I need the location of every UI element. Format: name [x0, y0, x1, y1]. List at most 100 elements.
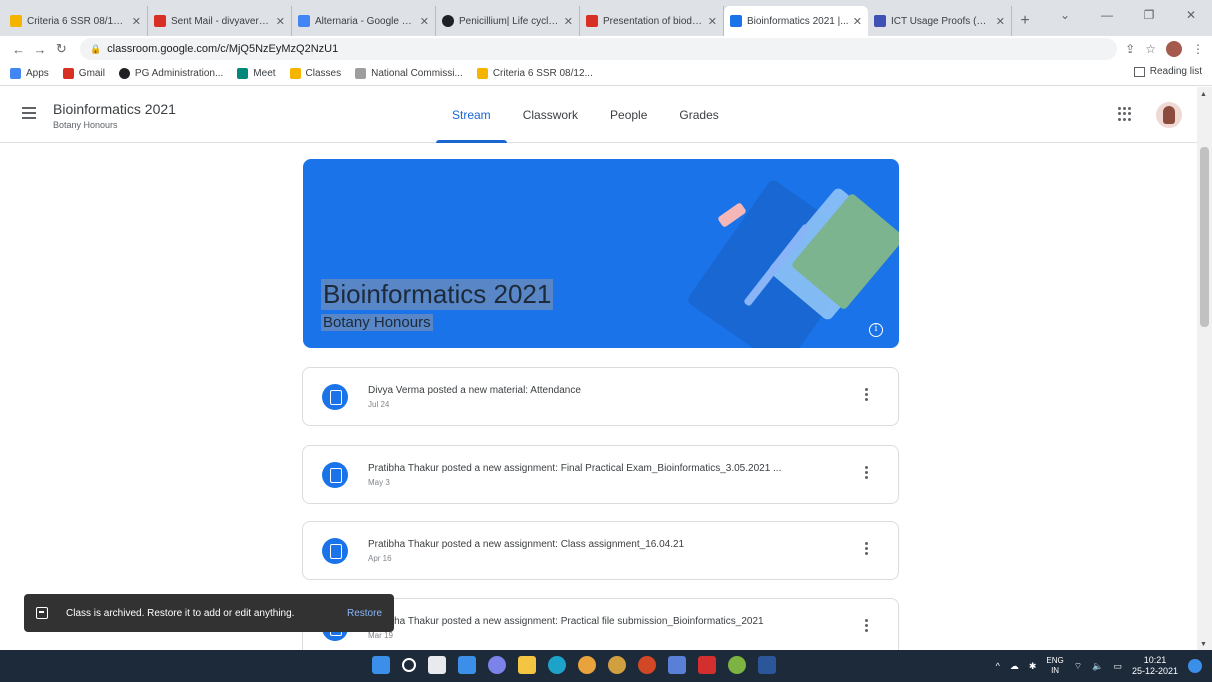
drive-icon	[476, 68, 488, 79]
scrollbar-thumb[interactable]	[1200, 147, 1209, 327]
stream-post[interactable]: Pratibha Thakur posted a new assignment:…	[302, 521, 899, 580]
app-tray-icon[interactable]: ✱	[1029, 661, 1037, 672]
emblem-icon	[355, 68, 367, 79]
classroom-icon	[730, 15, 742, 27]
more-options-icon[interactable]	[865, 388, 869, 403]
bookmark-criteria[interactable]: Criteria 6 SSR 08/12...	[476, 68, 593, 79]
wifi-icon[interactable]: ⌔	[1074, 661, 1082, 672]
stream-post[interactable]: Pratibha Thakur posted a new assignment:…	[302, 445, 899, 504]
tab-people[interactable]: People	[594, 87, 663, 143]
task-view-icon[interactable]	[428, 656, 446, 674]
bookmark-national-commission[interactable]: National Commissi...	[355, 68, 463, 79]
stream-post[interactable]: Divya Verma posted a new material: Atten…	[302, 367, 899, 426]
class-title[interactable]: Bioinformatics 2021	[53, 101, 176, 117]
more-options-icon[interactable]	[865, 466, 869, 481]
tab-grades[interactable]: Grades	[663, 87, 734, 143]
bookmark-pg-administration[interactable]: PG Administration...	[118, 68, 223, 79]
minimize-button[interactable]: —	[1086, 0, 1128, 30]
apps-grid-icon	[10, 68, 21, 79]
cloud-icon[interactable]: ☁	[1010, 661, 1019, 672]
lock-icon[interactable]: 🔒	[90, 44, 101, 55]
edge-icon[interactable]	[548, 656, 566, 674]
app-icon[interactable]	[668, 656, 686, 674]
search-icon[interactable]	[402, 658, 416, 672]
volume-icon[interactable]: 🔈	[1092, 661, 1103, 672]
post-text: Divya Verma posted a new material: Atten…	[368, 385, 581, 396]
widgets-icon[interactable]	[458, 656, 476, 674]
google-apps-icon[interactable]	[1118, 107, 1132, 121]
browser-tab[interactable]: ICT Usage Proofs (Dec... ✕	[868, 6, 1012, 36]
chrome-profile-icon[interactable]	[608, 656, 626, 674]
browser-window: Criteria 6 SSR 08/12/2... ✕ Sent Mail - d…	[0, 0, 1212, 682]
back-button[interactable]: ←	[8, 42, 29, 57]
clock[interactable]: 10:21 25-12-2021	[1132, 655, 1178, 677]
bookmarks-bar: Apps Gmail PG Administration... Meet Cla…	[0, 62, 1212, 86]
browser-tab[interactable]: Sent Mail - divyaverm... ✕	[148, 6, 292, 36]
info-icon[interactable]: i	[869, 323, 883, 337]
class-section: Botany Honours	[53, 120, 118, 130]
scroll-up-arrow-icon[interactable]: ▲	[1200, 91, 1207, 98]
file-explorer-icon[interactable]	[518, 656, 536, 674]
scroll-down-arrow-icon[interactable]: ▼	[1200, 641, 1207, 648]
menu-kebab-icon[interactable]: ⋮	[1192, 42, 1204, 56]
notification-icon[interactable]	[1188, 659, 1202, 673]
close-tab-icon[interactable]: ✕	[996, 15, 1005, 28]
bookmark-meet[interactable]: Meet	[237, 68, 276, 79]
hamburger-menu-icon[interactable]	[22, 107, 36, 122]
forward-button[interactable]: →	[29, 42, 50, 57]
bookmark-classes[interactable]: Classes	[289, 68, 341, 79]
close-window-button[interactable]: ✕	[1170, 0, 1212, 30]
post-date: Apr 16	[368, 554, 392, 563]
bookmark-apps[interactable]: Apps	[10, 68, 49, 79]
more-options-icon[interactable]	[865, 542, 869, 557]
tab-classwork[interactable]: Classwork	[507, 87, 594, 143]
new-tab-button[interactable]: +	[1012, 6, 1038, 36]
close-tab-icon[interactable]: ✕	[276, 15, 285, 28]
battery-icon[interactable]: ▭	[1113, 661, 1122, 672]
acrobat-icon[interactable]	[698, 656, 716, 674]
bookmark-star-icon[interactable]: ☆	[1145, 42, 1156, 56]
classroom-header: Bioinformatics 2021 Botany Honours Strea…	[0, 87, 1197, 143]
more-options-icon[interactable]	[865, 619, 869, 634]
maximize-button[interactable]: ❐	[1128, 0, 1170, 30]
chevron-up-icon[interactable]: ^	[996, 661, 1000, 671]
windows-start-icon[interactable]	[372, 656, 390, 674]
teams-chat-icon[interactable]	[488, 656, 506, 674]
tab-strip: Criteria 6 SSR 08/12/2... ✕ Sent Mail - d…	[0, 0, 1212, 36]
reading-list-button[interactable]: Reading list	[1133, 66, 1202, 77]
material-icon	[322, 384, 348, 410]
powerpoint-icon[interactable]	[638, 656, 656, 674]
chrome-icon[interactable]	[578, 656, 596, 674]
browser-tab[interactable]: Penicillium| Life cycle|... ✕	[436, 6, 580, 36]
bookmark-gmail[interactable]: Gmail	[62, 68, 105, 79]
share-icon[interactable]: ⇪	[1125, 42, 1135, 56]
chrome-app-icon[interactable]	[728, 656, 746, 674]
browser-tab[interactable]: Presentation of biodiv... ✕	[580, 6, 724, 36]
close-tab-icon[interactable]: ✕	[564, 15, 573, 28]
browser-tab-active[interactable]: Bioinformatics 2021 |... ✕	[724, 6, 868, 36]
browser-tab[interactable]: Alternaria - Google Se... ✕	[292, 6, 436, 36]
avatar[interactable]	[1156, 102, 1182, 128]
window-controls: ⌄ — ❐ ✕	[1044, 0, 1212, 30]
post-text: Pratibha Thakur posted a new assignment:…	[368, 539, 685, 550]
restore-button[interactable]: Restore	[347, 608, 382, 619]
tab-stream[interactable]: Stream	[436, 87, 507, 143]
assignment-icon	[322, 462, 348, 488]
chevron-down-icon[interactable]: ⌄	[1044, 0, 1086, 30]
close-tab-icon[interactable]: ✕	[708, 15, 717, 28]
close-tab-icon[interactable]: ✕	[853, 15, 862, 28]
word-icon[interactable]	[758, 656, 776, 674]
profile-avatar[interactable]	[1166, 41, 1182, 57]
close-tab-icon[interactable]: ✕	[420, 15, 429, 28]
address-bar[interactable]: 🔒 classroom.google.com/c/MjQ5NzEyMzQ2NzU…	[79, 38, 1118, 60]
browser-tab[interactable]: Criteria 6 SSR 08/12/2... ✕	[4, 6, 148, 36]
post-text: Pratibha Thakur posted a new assignment:…	[368, 616, 764, 627]
reload-button[interactable]: ↻	[51, 41, 72, 57]
drive-icon	[10, 15, 22, 27]
language-indicator[interactable]: ENG IN	[1046, 656, 1063, 676]
post-date: Jul 24	[368, 400, 390, 409]
page-scrollbar[interactable]: ▲ ▼	[1197, 87, 1212, 650]
class-nav-tabs: Stream Classwork People Grades	[436, 87, 735, 143]
close-tab-icon[interactable]: ✕	[132, 15, 141, 28]
browser-toolbar: ← → ↻ 🔒 classroom.google.com/c/MjQ5NzEyM…	[0, 36, 1212, 62]
